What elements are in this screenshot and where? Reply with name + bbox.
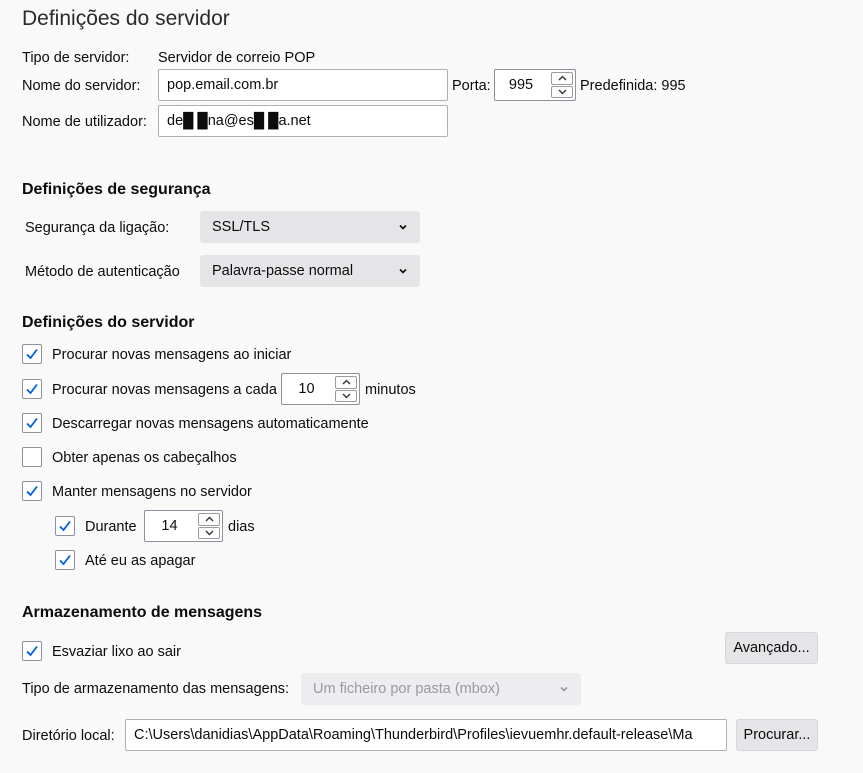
auth-method-label: Método de autenticação [25, 264, 180, 280]
page-title: Definições do servidor [22, 7, 230, 30]
check-interval-stepper[interactable]: 10 [281, 373, 360, 405]
checkmark-icon [59, 520, 71, 532]
empty-trash-label: Esvaziar lixo ao sair [52, 644, 181, 660]
security-heading: Definições de segurança [22, 181, 211, 198]
connection-security-value: SSL/TLS [212, 219, 271, 235]
user-name-label: Nome de utilizador: [22, 114, 147, 130]
storage-type-value: Um ficheiro por pasta (mbox) [313, 681, 500, 697]
checkmark-icon [26, 383, 38, 395]
chevron-down-icon [205, 530, 213, 536]
server-name-input[interactable]: pop.email.com.br [158, 69, 448, 101]
storage-type-label: Tipo de armazenamento das mensagens: [22, 681, 290, 697]
port-increment-button[interactable] [551, 72, 573, 85]
chevron-down-icon [558, 89, 566, 95]
local-dir-label: Diretório local: [22, 728, 115, 744]
days-stepper[interactable]: 14 [144, 510, 223, 542]
check-every-checkbox[interactable] [22, 379, 42, 399]
chevron-up-icon [342, 379, 350, 385]
browse-button[interactable]: Procurar... [736, 719, 818, 751]
check-on-start-label: Procurar novas mensagens ao iniciar [52, 347, 292, 363]
chevron-up-icon [205, 516, 213, 522]
check-on-start-checkbox[interactable] [22, 344, 42, 364]
storage-type-select[interactable]: Um ficheiro por pasta (mbox) [301, 673, 581, 705]
days-decrement-button[interactable] [198, 526, 220, 539]
connection-security-label: Segurança da ligação: [25, 220, 170, 236]
check-every-label: Procurar novas mensagens a cada [52, 382, 277, 398]
days-unit: dias [228, 519, 255, 535]
chevron-down-icon [560, 686, 568, 692]
chevron-down-icon [399, 268, 407, 274]
interval-decrement-button[interactable] [335, 389, 357, 402]
auto-download-label: Descarregar novas mensagens automaticame… [52, 416, 369, 432]
check-interval-value: 10 [298, 381, 315, 397]
port-value: 995 [508, 77, 534, 93]
checkmark-icon [26, 348, 38, 360]
interval-increment-button[interactable] [335, 376, 357, 389]
server-type-value: Servidor de correio POP [158, 50, 316, 66]
until-delete-checkbox[interactable] [55, 550, 75, 570]
until-delete-label: Até eu as apagar [85, 553, 196, 569]
days-value: 14 [161, 518, 178, 534]
server-settings-heading: Definições do servidor [22, 314, 195, 331]
empty-trash-checkbox[interactable] [22, 641, 42, 661]
headers-only-checkbox[interactable] [22, 447, 42, 467]
for-days-checkbox[interactable] [55, 516, 75, 536]
leave-on-server-label: Manter mensagens no servidor [52, 484, 252, 500]
for-days-label: Durante [85, 519, 137, 535]
port-stepper[interactable]: 995 [494, 69, 576, 101]
auth-method-select[interactable]: Palavra-passe normal [200, 255, 420, 287]
storage-heading: Armazenamento de mensagens [22, 604, 263, 621]
checkmark-icon [59, 554, 71, 566]
port-default-label: Predefinida: 995 [580, 78, 686, 94]
checkmark-icon [26, 485, 38, 497]
server-name-label: Nome do servidor: [22, 78, 141, 94]
port-decrement-button[interactable] [551, 85, 573, 98]
days-increment-button[interactable] [198, 513, 220, 526]
chevron-down-icon [342, 393, 350, 399]
port-label: Porta: [452, 78, 491, 94]
leave-on-server-checkbox[interactable] [22, 481, 42, 501]
checkmark-icon [26, 417, 38, 429]
server-type-label: Tipo de servidor: [22, 50, 130, 66]
advanced-button[interactable]: Avançado... [725, 632, 818, 664]
chevron-up-icon [558, 75, 566, 81]
chevron-down-icon [399, 224, 407, 230]
check-interval-unit: minutos [365, 382, 416, 398]
checkmark-icon [26, 645, 38, 657]
user-name-input[interactable]: de█ █na@es█ █a.net [158, 105, 448, 137]
connection-security-select[interactable]: SSL/TLS [200, 211, 420, 243]
auth-method-value: Palavra-passe normal [212, 263, 354, 279]
auto-download-checkbox[interactable] [22, 413, 42, 433]
local-dir-input[interactable]: C:\Users\danidias\AppData\Roaming\Thunde… [125, 719, 727, 751]
headers-only-label: Obter apenas os cabeçalhos [52, 450, 237, 466]
